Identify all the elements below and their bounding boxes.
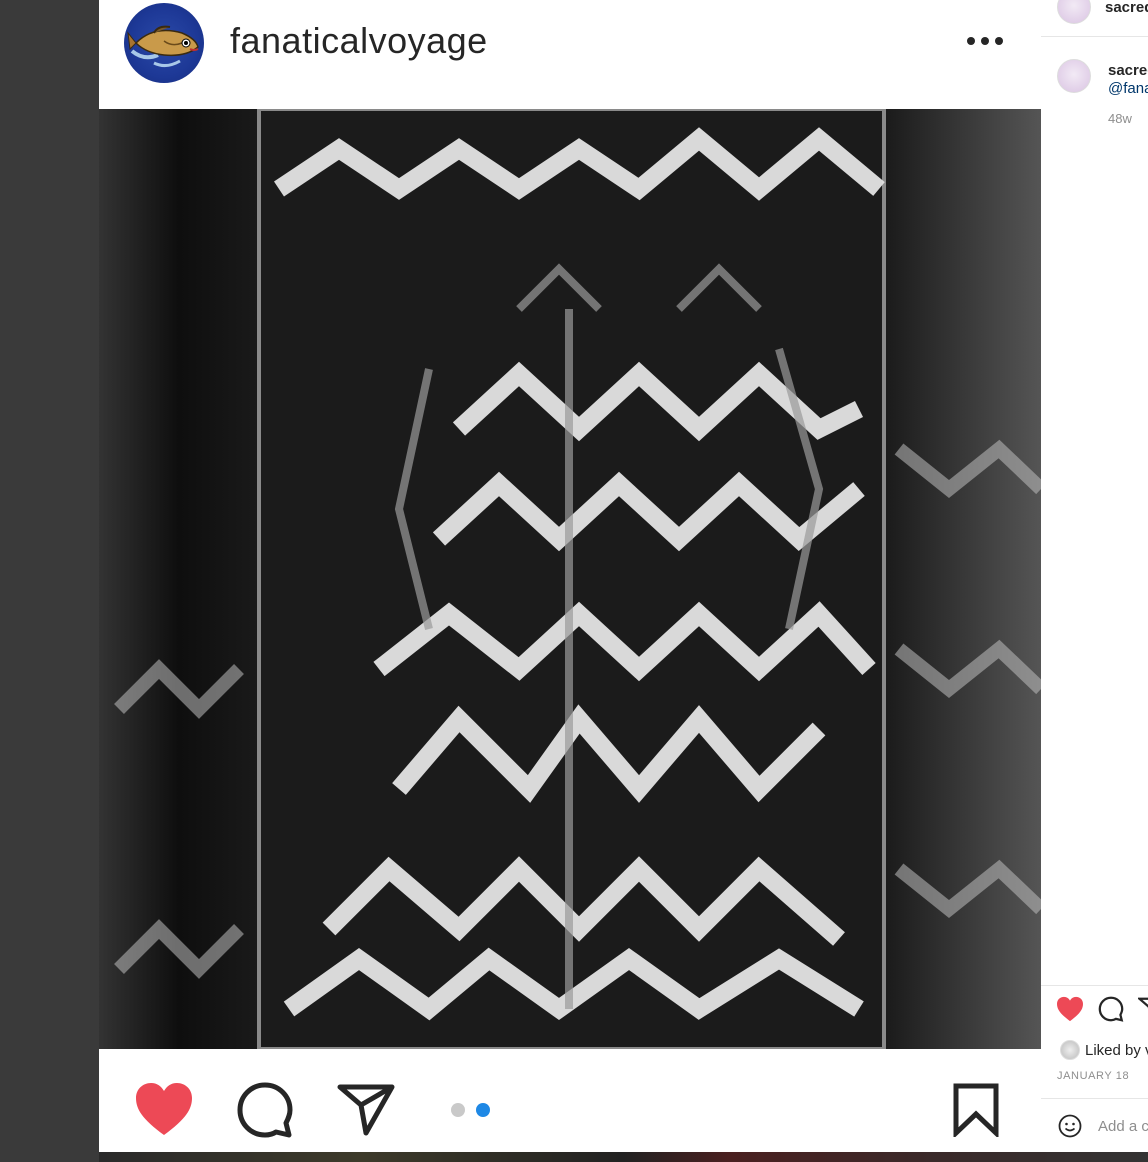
emoji-icon — [1058, 1114, 1082, 1138]
side-comment-button[interactable] — [1098, 996, 1124, 1027]
add-comment-input[interactable]: Add a c — [1098, 1118, 1148, 1135]
side-like-button[interactable] — [1056, 996, 1084, 1027]
comment-icon — [237, 1082, 293, 1138]
fish-avatar-icon — [127, 25, 199, 68]
side-divider — [1041, 36, 1148, 37]
save-button[interactable] — [952, 1083, 1000, 1142]
carousel-indicator — [451, 1103, 490, 1117]
share-icon — [1136, 997, 1148, 1009]
carousel-dot[interactable] — [451, 1103, 465, 1117]
more-options-icon — [967, 37, 1003, 45]
post-actions-bar — [99, 1049, 1041, 1152]
comment-icon — [1098, 996, 1124, 1022]
post-header: fanaticalvoyage — [99, 0, 1041, 109]
bookmark-icon — [953, 1083, 999, 1139]
comment-avatar[interactable] — [1057, 59, 1091, 93]
like-button[interactable] — [134, 1081, 194, 1142]
comment-button[interactable] — [236, 1081, 294, 1144]
share-icon — [337, 1084, 395, 1136]
liked-by-text[interactable]: Liked by v — [1085, 1042, 1148, 1059]
carousel-dot-active[interactable] — [476, 1103, 490, 1117]
post-image[interactable] — [99, 109, 1041, 1049]
post-username[interactable]: fanaticalvoyage — [230, 20, 488, 62]
zigzag-artwork-image — [99, 109, 1041, 1049]
more-options-button[interactable] — [961, 26, 1011, 56]
emoji-button[interactable] — [1058, 1114, 1082, 1143]
share-button[interactable] — [337, 1083, 395, 1142]
post-card: fanaticalvoyage — [99, 0, 1041, 1152]
side-share-button[interactable] — [1136, 997, 1148, 1026]
side-divider — [1041, 985, 1148, 986]
comment-time[interactable]: 48w — [1108, 111, 1132, 126]
post-date: JANUARY 18 — [1057, 1070, 1130, 1082]
side-divider — [1041, 1098, 1148, 1099]
page-background-strip — [99, 1152, 1148, 1162]
profile-avatar[interactable] — [124, 3, 204, 83]
left-background — [0, 0, 99, 1162]
side-panel: sacred sacrec @fana 48w Liked by v JANUA… — [1041, 0, 1148, 1152]
heart-icon — [136, 1083, 192, 1135]
comment-mention[interactable]: @fana — [1108, 80, 1148, 97]
heart-icon — [1057, 996, 1083, 1022]
side-header-username[interactable]: sacred — [1105, 0, 1148, 16]
side-header-avatar[interactable] — [1057, 0, 1091, 24]
liked-by-avatar[interactable] — [1060, 1040, 1080, 1060]
comment-username[interactable]: sacrec — [1108, 62, 1148, 79]
